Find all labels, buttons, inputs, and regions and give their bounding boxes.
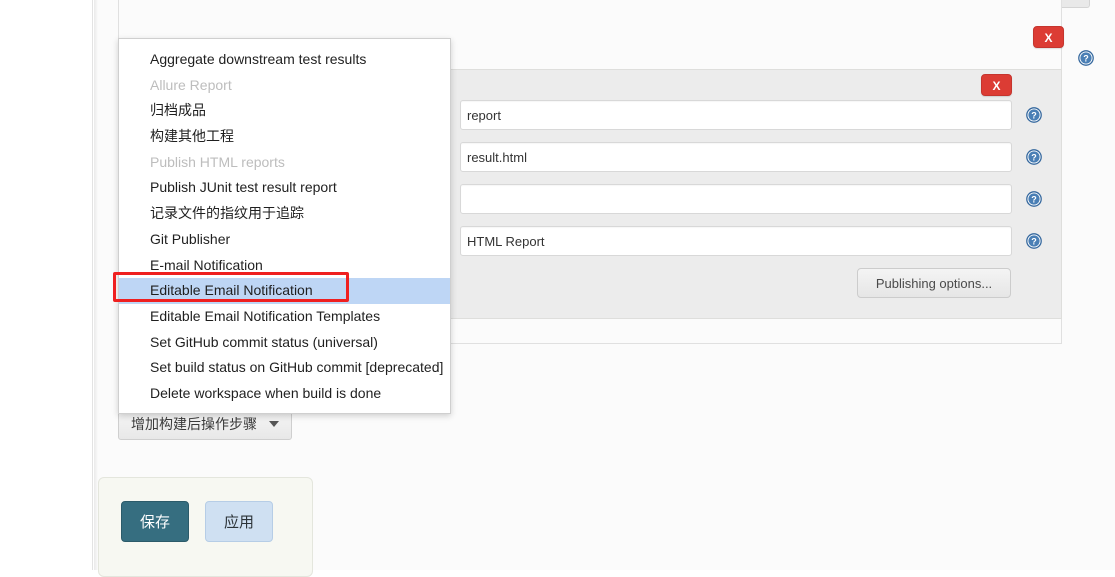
report-dir-input[interactable] <box>460 100 1012 130</box>
menu-item[interactable]: E-mail Notification <box>119 253 450 279</box>
svg-text:?: ? <box>1031 195 1037 205</box>
page-root: X X ? ? ? ? <box>0 0 1115 577</box>
menu-item[interactable]: Aggregate downstream test results <box>119 47 450 73</box>
svg-text:?: ? <box>1031 111 1037 121</box>
index-title-input[interactable] <box>460 184 1012 214</box>
field-row-report-dir <box>460 100 1012 130</box>
delete-inner-step-button[interactable]: X <box>981 74 1012 96</box>
menu-item[interactable]: 构建其他工程 <box>119 124 450 150</box>
field-row-index-title <box>460 184 1012 214</box>
publishing-options-button[interactable]: Publishing options... <box>857 268 1011 298</box>
save-bar: 保存 应用 <box>98 477 313 577</box>
menu-item[interactable]: Editable Email Notification <box>119 278 450 304</box>
field-row-index-page <box>460 142 1012 172</box>
help-icon-index-title[interactable]: ? <box>1026 191 1042 207</box>
help-icon-report-dir[interactable]: ? <box>1026 107 1042 123</box>
menu-item[interactable]: Set build status on GitHub commit [depre… <box>119 355 450 381</box>
add-post-build-step-label: 增加构建后操作步骤 <box>131 416 257 432</box>
help-icon-outer[interactable]: ? <box>1078 50 1094 66</box>
delete-outer-step-button[interactable]: X <box>1033 26 1064 48</box>
menu-item: Publish HTML reports <box>150 153 285 170</box>
menu-item[interactable]: Delete workspace when build is done <box>119 381 450 407</box>
help-icon-index-page[interactable]: ? <box>1026 149 1042 165</box>
chevron-down-icon <box>269 421 279 427</box>
post-build-step-menu[interactable]: Aggregate downstream test results Allure … <box>118 38 451 414</box>
svg-text:?: ? <box>1031 153 1037 163</box>
menu-item: Allure Report <box>150 76 232 93</box>
svg-text:?: ? <box>1031 237 1037 247</box>
menu-item[interactable]: Editable Email Notification Templates <box>119 304 450 330</box>
left-margin <box>0 0 93 570</box>
menu-item[interactable]: Git Publisher <box>119 227 450 253</box>
menu-item[interactable]: Set GitHub commit status (universal) <box>119 330 450 356</box>
svg-text:?: ? <box>1083 54 1089 64</box>
menu-item[interactable]: 记录文件的指纹用于追踪 <box>119 201 450 227</box>
save-button[interactable]: 保存 <box>121 501 189 542</box>
report-title-input[interactable] <box>460 226 1012 256</box>
help-icon-report-title[interactable]: ? <box>1026 233 1042 249</box>
field-row-report-title <box>460 226 1012 256</box>
menu-item[interactable]: 归档成品 <box>119 98 450 124</box>
menu-item[interactable]: Publish JUnit test result report <box>119 175 450 201</box>
index-page-input[interactable] <box>460 142 1012 172</box>
apply-button[interactable]: 应用 <box>205 501 273 542</box>
